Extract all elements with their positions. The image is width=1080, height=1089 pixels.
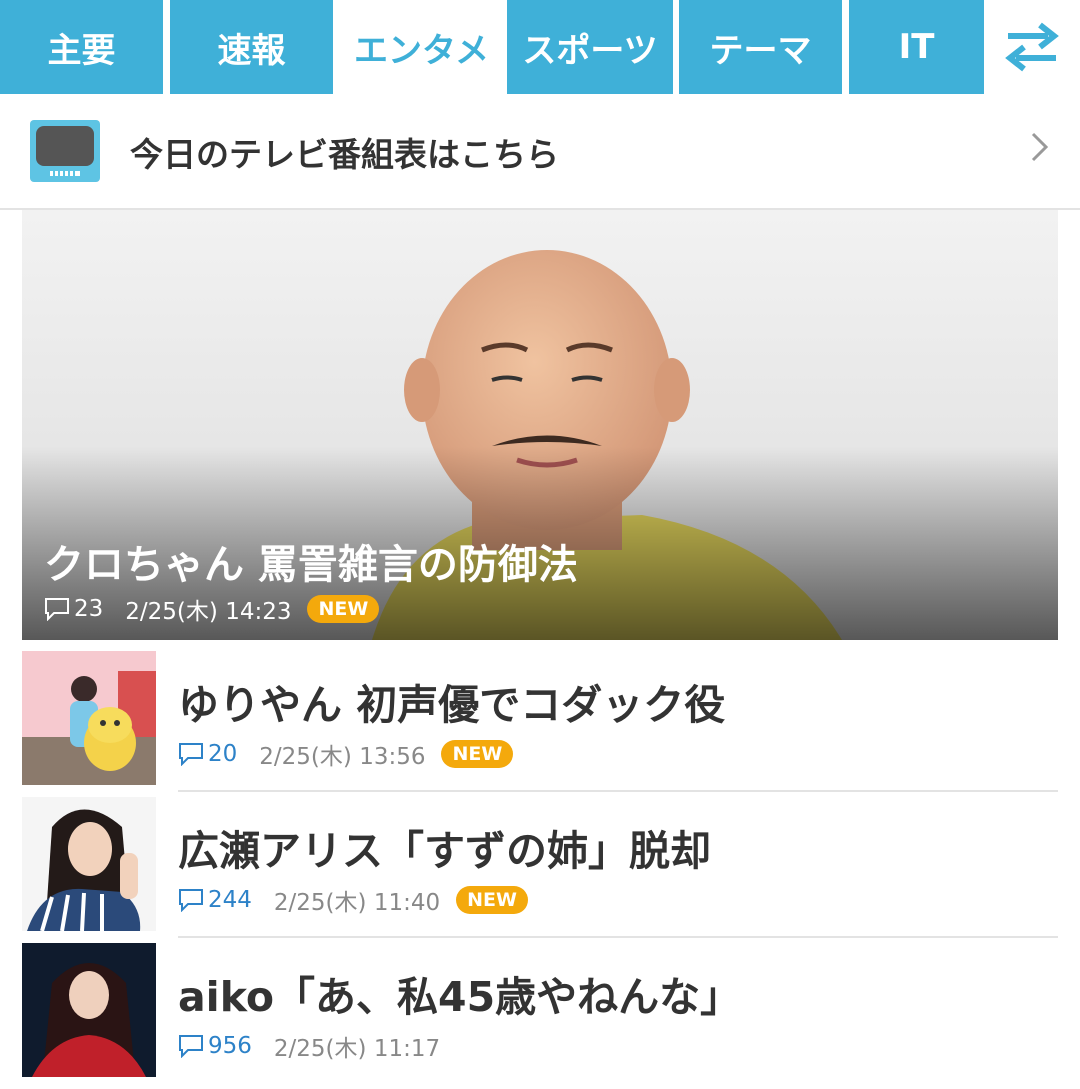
tab-theme[interactable]: テーマ bbox=[679, 0, 842, 94]
divider bbox=[178, 936, 1058, 938]
comment-count: 956 bbox=[178, 1033, 252, 1059]
tab-it[interactable]: IT bbox=[849, 0, 984, 94]
article-datetime: 2/25(木) 13:56 bbox=[259, 744, 426, 770]
article-datetime: 2/25(木) 11:40 bbox=[273, 890, 441, 916]
article-title: ゆりやん 初声優でコダック役 bbox=[178, 681, 726, 729]
hero-comment-count: 23 bbox=[44, 596, 103, 622]
comment-icon bbox=[179, 1035, 203, 1058]
comment-icon bbox=[179, 743, 203, 766]
article-title: 広瀬アリス「すずの姉」脱却 bbox=[178, 827, 711, 875]
swap-arrows-icon bbox=[1005, 22, 1059, 72]
article-item[interactable]: 広瀬アリス「すずの姉」脱却 244 2/25(木) 11:40 NEW bbox=[0, 797, 1080, 943]
article-meta: 956 2/25(木) 11:17 bbox=[178, 1029, 440, 1063]
tv-icon bbox=[30, 120, 100, 182]
article-thumbnail bbox=[22, 943, 156, 1077]
new-badge: NEW bbox=[456, 886, 528, 914]
article-title: aiko「あ、私45歳やねんな」 bbox=[178, 973, 742, 1021]
hero-meta: 23 2/25(木) 14:23 NEW bbox=[44, 592, 380, 626]
chevron-right-icon bbox=[1031, 132, 1049, 162]
divider bbox=[178, 790, 1058, 792]
tab-entertainment[interactable]: エンタメ bbox=[340, 0, 503, 94]
tab-breaking[interactable]: 速報 bbox=[170, 0, 333, 94]
comment-icon bbox=[179, 889, 203, 912]
hero-title: クロちゃん 罵詈雑言の防御法 bbox=[44, 542, 578, 588]
tab-main[interactable]: 主要 bbox=[0, 0, 163, 94]
category-tab-bar: 主要 速報 エンタメ スポーツ テーマ IT bbox=[0, 0, 1080, 94]
article-meta: 244 2/25(木) 11:40 NEW bbox=[178, 883, 528, 917]
tab-sports[interactable]: スポーツ bbox=[507, 0, 673, 94]
new-badge: NEW bbox=[307, 595, 380, 623]
new-badge: NEW bbox=[441, 740, 514, 768]
tab-switch-button[interactable] bbox=[984, 0, 1080, 94]
comment-icon bbox=[45, 598, 69, 621]
article-thumbnail bbox=[22, 651, 156, 785]
hero-article[interactable]: クロちゃん 罵詈雑言の防御法 23 2/25(木) 14:23 NEW bbox=[22, 210, 1058, 640]
comment-count: 20 bbox=[178, 741, 237, 767]
article-item[interactable]: ゆりやん 初声優でコダック役 20 2/25(木) 13:56 NEW bbox=[0, 651, 1080, 797]
comment-count: 244 bbox=[178, 887, 252, 913]
hero-datetime: 2/25(木) 14:23 bbox=[125, 599, 292, 625]
article-item[interactable]: aiko「あ、私45歳やねんな」 956 2/25(木) 11:17 bbox=[0, 943, 1080, 1089]
article-datetime: 2/25(木) 11:17 bbox=[273, 1036, 441, 1062]
tv-schedule-label: 今日のテレビ番組表はこちら bbox=[130, 135, 559, 174]
tv-schedule-link[interactable]: 今日のテレビ番組表はこちら bbox=[0, 94, 1080, 210]
article-thumbnail bbox=[22, 797, 156, 931]
article-meta: 20 2/25(木) 13:56 NEW bbox=[178, 737, 514, 771]
